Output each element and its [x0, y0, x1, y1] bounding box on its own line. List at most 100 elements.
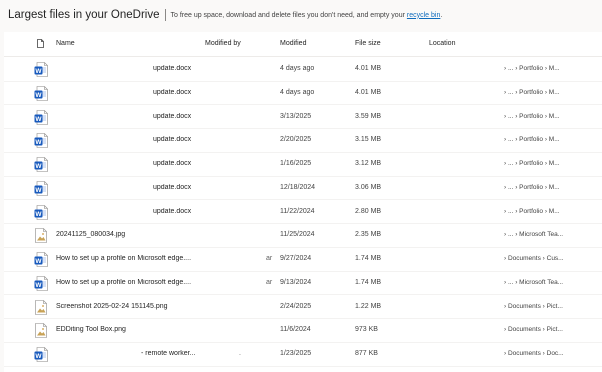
column-header-row: Name Modified by Modified File size Loca… [4, 32, 602, 57]
files-list: Name Modified by Modified File size Loca… [4, 32, 602, 372]
file-size: 4.01 MB [355, 88, 382, 96]
svg-text:W: W [35, 211, 42, 218]
file-name[interactable]: 20241125_080034.jpg [56, 231, 125, 238]
file-name[interactable]: update.docx [153, 89, 191, 96]
file-location[interactable]: › ... › Portfolio › M... [504, 208, 560, 215]
modified-by-cell: ar [266, 255, 273, 262]
file-name[interactable]: EDDiting Tool Box.png [56, 326, 126, 333]
file-name[interactable]: Screenshot 2025-02-24 151145.png [56, 303, 168, 310]
svg-text:W: W [35, 163, 42, 170]
svg-text:W: W [35, 116, 42, 123]
svg-text:W: W [35, 258, 42, 265]
column-header-location[interactable]: Location [429, 40, 455, 47]
file-size: 2.80 MB [355, 207, 382, 215]
svg-text:W: W [35, 92, 42, 99]
table-row[interactable]: Wupdate.docx 3/13/2025 3.59 MB › ... › Port… [4, 105, 602, 130]
file-size: 1.22 MB [355, 302, 382, 310]
file-name[interactable]: How to set up a profile on Microsoft edg… [56, 279, 191, 286]
table-row[interactable]: W How to set up a profile on Microsoft ed… [4, 247, 602, 272]
column-header-name[interactable]: Name [56, 40, 75, 47]
file-location[interactable]: › ... › Portfolio › M... [504, 184, 560, 191]
modified-date: 12/18/2024 [280, 183, 316, 191]
table-row[interactable]: EDDiting Tool Box.png 11/6/2024 973 KB › Do… [4, 318, 602, 343]
svg-text:W: W [35, 68, 42, 75]
file-type-header-icon[interactable] [37, 39, 44, 48]
image-icon [34, 323, 48, 339]
file-name[interactable]: update.docx [153, 208, 191, 215]
page-title: Largest files in your OneDrive [8, 9, 160, 21]
word-icon: W [34, 180, 48, 196]
file-location[interactable]: › Documents › Doc... [504, 350, 564, 357]
file-name[interactable]: update.docx [153, 113, 191, 120]
file-size: 4.01 MB [355, 65, 382, 72]
word-icon: W [34, 62, 48, 77]
word-icon: W [34, 204, 48, 220]
image-icon [34, 228, 48, 244]
word-icon: W [34, 252, 48, 267]
modified-date: 2/20/2025 [280, 136, 312, 144]
word-icon: W [34, 85, 48, 101]
svg-text:W: W [35, 187, 42, 194]
file-size: 1.74 MB [355, 255, 382, 262]
table-row[interactable]: Wupdate.docx 4 days ago 4.01 MB › ... › Por… [4, 57, 602, 82]
modified-date: 4 days ago [280, 88, 315, 96]
page-subtitle: To free up space, download and delete fi… [170, 12, 442, 19]
modified-date: 9/27/2024 [280, 255, 312, 262]
file-location[interactable]: › Documents › Cus... [504, 255, 564, 262]
page-header: Largest files in your OneDrive To free u… [0, 0, 602, 30]
table-row[interactable]: Wupdate.docx 11/22/2024 2.80 MB › ... › Por… [4, 200, 602, 225]
file-location[interactable]: › ... › Portfolio › M... [504, 65, 560, 72]
column-header-modified[interactable]: Modified [280, 40, 306, 47]
table-row[interactable]: Wupdate.docx 2/20/2025 3.15 MB › ... › Port… [4, 128, 602, 153]
svg-text:W: W [35, 353, 42, 360]
file-name[interactable]: - remote worker... [141, 350, 195, 357]
table-row[interactable]: W How to set up a profile on Microsoft ed… [4, 271, 602, 296]
column-header-file-size[interactable]: File size [355, 40, 381, 47]
modified-date: 1/16/2025 [280, 160, 312, 167]
subtitle-period: . [440, 11, 443, 19]
word-icon: W [34, 133, 48, 149]
modified-date: 1/23/2025 [280, 350, 312, 357]
file-size: 2.35 MB [355, 231, 382, 239]
file-size: 877 KB [355, 350, 378, 357]
table-row[interactable]: 20241125_080034.jpg 11/25/2024 2.35 MB › ..… [4, 223, 602, 248]
image-icon [34, 299, 48, 315]
svg-text:W: W [35, 282, 42, 289]
word-icon: W [34, 275, 48, 291]
column-header-modified-by[interactable]: Modified by [205, 40, 241, 47]
table-row[interactable]: Wupdate.docx 12/18/2024 3.06 MB › ... › Por… [4, 176, 602, 201]
modified-date: 2/24/2025 [280, 302, 312, 310]
subtitle-text: To free up space, download and delete fi… [170, 11, 405, 19]
file-location[interactable]: › ... › Microsoft Tea... [504, 279, 563, 286]
modified-date: 3/13/2025 [280, 112, 312, 120]
file-location[interactable]: › ... › Portfolio › M... [504, 136, 560, 143]
table-row[interactable]: Wupdate.docx 1/16/2025 3.12 MB › ... › Port… [4, 152, 602, 177]
modified-date: 4 days ago [280, 65, 315, 72]
modified-date: 11/6/2024 [280, 326, 311, 334]
recycle-bin-link[interactable]: recycle bin [407, 12, 440, 19]
file-location[interactable]: › ... › Microsoft Tea... [504, 231, 563, 238]
file-name[interactable]: update.docx [153, 65, 191, 72]
file-location[interactable]: › Documents › Pict... [504, 303, 563, 310]
file-size: 3.15 MB [355, 136, 382, 144]
file-location[interactable]: › ... › Portfolio › M... [504, 113, 560, 120]
file-size: 3.06 MB [355, 183, 382, 191]
file-size: 3.59 MB [355, 112, 382, 120]
modified-date: 11/25/2024 [280, 231, 315, 239]
file-name[interactable]: update.docx [153, 136, 191, 143]
svg-text:W: W [35, 139, 42, 146]
file-name[interactable]: update.docx [153, 184, 191, 191]
file-size: 973 KB [355, 326, 378, 334]
file-name[interactable]: update.docx [153, 160, 191, 167]
table-row[interactable]: Wupdate.docx 4 days ago 4.01 MB › ... › Por… [4, 81, 602, 106]
modified-by-cell: . [239, 350, 241, 357]
file-name[interactable]: How to set up a profile on Microsoft edg… [56, 255, 191, 262]
table-row[interactable]: W - remote worker.... 1/23/2025 877 KB › Doc… [4, 342, 602, 367]
modified-date: 9/13/2024 [280, 278, 312, 286]
file-size: 3.12 MB [355, 160, 382, 167]
file-location[interactable]: › Documents › Pict... [504, 326, 563, 333]
table-row[interactable]: Screenshot 2025-02-24 151145.png 2/24/202… [4, 295, 602, 320]
header-divider [165, 9, 167, 21]
file-location[interactable]: › ... › Portfolio › M... [504, 160, 560, 167]
file-location[interactable]: › ... › Portfolio › M... [504, 89, 560, 96]
